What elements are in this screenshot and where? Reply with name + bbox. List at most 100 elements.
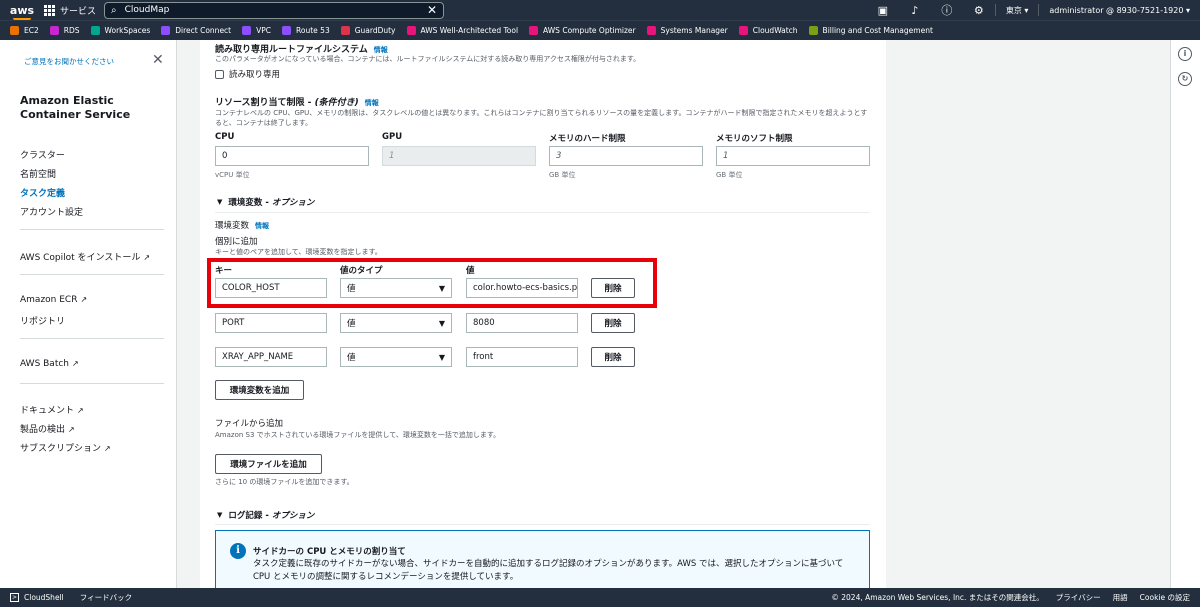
- info-link[interactable]: 情報: [255, 222, 269, 230]
- nav-item-clusters[interactable]: クラスター: [20, 148, 65, 161]
- service-icon: [161, 26, 171, 35]
- env-key-input[interactable]: XRAY_APP_NAME: [215, 347, 327, 367]
- cookie-settings-link[interactable]: Cookie の設定: [1140, 592, 1190, 603]
- cpu-input[interactable]: 0: [215, 146, 369, 166]
- favorite-item[interactable]: VPC: [242, 26, 271, 35]
- favorite-label: Systems Manager: [660, 26, 728, 35]
- section-divider: [215, 212, 870, 213]
- favorite-item[interactable]: AWS Compute Optimizer: [529, 26, 636, 35]
- section-divider: [215, 524, 870, 525]
- env-type-select[interactable]: 値 ▼: [340, 313, 452, 333]
- env-type-select[interactable]: 値 ▼: [340, 347, 452, 367]
- readonly-checkbox-row[interactable]: 読み取り専用: [215, 68, 280, 80]
- nav-item-subscriptions[interactable]: サブスクリプション ↗: [20, 441, 111, 454]
- nav-item-label: サブスクリプション: [20, 444, 102, 454]
- nav-item-label: 製品の検出: [20, 425, 66, 435]
- external-link-icon: ↗: [143, 253, 151, 262]
- favorite-item[interactable]: GuardDuty: [340, 26, 396, 35]
- memory-soft-input[interactable]: 1: [716, 146, 870, 166]
- env-section-optional: オプション: [271, 198, 315, 208]
- env-value-input[interactable]: 8080: [466, 313, 578, 333]
- service-title[interactable]: Amazon Elastic Container Service: [20, 94, 150, 122]
- history-icon[interactable]: ↻: [1178, 72, 1192, 86]
- feedback-button[interactable]: フィードバック: [80, 592, 132, 603]
- remove-button[interactable]: 削除: [591, 313, 635, 333]
- alert-body: タスク定義に既存のサイドカーがない場合、サイドカーを自動的に追加するログ記録のオ…: [253, 559, 844, 582]
- side-navigation: ご意見をお聞かせください ✕ Amazon Elastic Container …: [0, 40, 177, 588]
- nav-item-documentation[interactable]: ドキュメント ↗: [20, 403, 84, 416]
- memory-hard-unit: GB 単位: [549, 171, 576, 179]
- nav-item-task-definitions[interactable]: タスク定義: [20, 186, 65, 199]
- favorite-item[interactable]: RDS: [49, 26, 80, 35]
- privacy-link[interactable]: プライバシー: [1056, 592, 1101, 603]
- external-link-icon: ↗: [68, 425, 75, 434]
- favorite-label: Billing and Cost Management: [822, 26, 933, 35]
- clear-search-icon[interactable]: ✕: [427, 3, 437, 17]
- favorite-label: AWS Well-Architected Tool: [420, 26, 519, 35]
- nav-item-repositories[interactable]: リポジトリ: [20, 314, 65, 327]
- favorite-label: CloudWatch: [752, 26, 798, 35]
- terms-link[interactable]: 用語: [1113, 592, 1128, 603]
- account-menu[interactable]: administrator @ 8930-7521-1920 ▾: [1039, 6, 1200, 15]
- remove-button[interactable]: 削除: [591, 347, 635, 367]
- cloudshell-button[interactable]: > CloudShell: [0, 593, 64, 602]
- env-type-value: 値: [347, 319, 356, 329]
- help-icon[interactable]: ⓘ: [931, 2, 963, 18]
- search-input[interactable]: ⌕ CloudMap ✕: [104, 1, 444, 19]
- memory-hard-input[interactable]: 3: [549, 146, 703, 166]
- service-icon: [808, 26, 818, 35]
- add-env-var-button[interactable]: 環境変数を追加: [215, 380, 304, 400]
- limits-title-conditional: (条件付き): [314, 98, 359, 108]
- info-link[interactable]: 情報: [374, 46, 388, 54]
- notifications-bell-icon[interactable]: ♪: [899, 4, 931, 17]
- favorites-bar: EC2 RDS WorkSpaces Direct Connect VPC Route 5…: [0, 20, 1200, 40]
- nav-item-aws-batch[interactable]: AWS Batch ↗: [20, 359, 79, 369]
- copyright-text: © 2024, Amazon Web Services, Inc. またはその関…: [831, 593, 1044, 602]
- nav-item-account-settings[interactable]: アカウント設定: [20, 205, 83, 218]
- info-panel-icon[interactable]: i: [1178, 47, 1192, 61]
- favorite-item[interactable]: Route 53: [282, 26, 330, 35]
- favorite-item[interactable]: CloudWatch: [738, 26, 798, 35]
- favorite-item[interactable]: Direct Connect: [161, 26, 231, 35]
- favorite-item[interactable]: WorkSpaces: [90, 26, 150, 35]
- nav-item-discover-products[interactable]: 製品の検出 ↗: [20, 422, 75, 435]
- aws-logo[interactable]: aws: [0, 4, 44, 20]
- settings-gear-icon[interactable]: ⚙: [963, 4, 995, 17]
- alert-title: サイドカーの CPU とメモリの割り当て: [253, 547, 406, 557]
- caret-down-icon: ▼: [438, 352, 445, 362]
- favorite-item[interactable]: AWS Well-Architected Tool: [406, 26, 519, 35]
- favorite-label: Route 53: [296, 26, 330, 35]
- service-icon: [646, 26, 656, 35]
- env-section-title-main: 環境変数 -: [228, 198, 272, 208]
- env-key-input[interactable]: PORT: [215, 313, 327, 333]
- service-icon: [90, 26, 100, 35]
- close-icon[interactable]: ✕: [152, 52, 164, 68]
- env-value-input[interactable]: front: [466, 347, 578, 367]
- region-selector[interactable]: 東京 ▾: [996, 5, 1039, 16]
- nav-item-namespaces[interactable]: 名前空間: [20, 167, 56, 180]
- cloudshell-icon[interactable]: ▣: [867, 4, 899, 17]
- favorite-label: GuardDuty: [354, 26, 396, 35]
- caret-down-icon: ▼: [217, 511, 223, 519]
- favorite-item[interactable]: Billing and Cost Management: [808, 26, 933, 35]
- top-navigation: aws サービス ⌕ CloudMap ✕ ▣ ♪ ⓘ ⚙ 東京 ▾ admin…: [0, 0, 1200, 20]
- logging-section-header[interactable]: ▼ ログ記録 - オプション: [217, 509, 314, 521]
- env-label-row: 環境変数 情報: [215, 219, 269, 231]
- gpu-label: GPU: [382, 132, 403, 142]
- caret-down-icon: ▼: [438, 318, 445, 328]
- services-menu-button[interactable]: サービス: [44, 4, 104, 17]
- feedback-link[interactable]: ご意見をお聞かせください: [24, 56, 114, 67]
- favorite-item[interactable]: EC2: [10, 26, 39, 35]
- favorite-item[interactable]: Systems Manager: [646, 26, 728, 35]
- individual-add-label: 個別に追加: [215, 237, 258, 247]
- service-icon: [242, 26, 252, 35]
- readonly-checkbox[interactable]: [215, 70, 224, 79]
- env-section-header[interactable]: ▼ 環境変数 - オプション: [217, 196, 314, 208]
- add-env-file-button[interactable]: 環境ファイルを追加: [215, 454, 322, 474]
- nav-item-amazon-ecr[interactable]: Amazon ECR ↗: [20, 295, 87, 305]
- service-icon: [49, 26, 59, 35]
- nav-item-install-copilot[interactable]: AWS Copilot をインストール ↗: [20, 250, 150, 263]
- nav-item-label: Amazon ECR: [20, 295, 78, 305]
- info-link[interactable]: 情報: [365, 99, 379, 107]
- service-icon: [738, 26, 748, 35]
